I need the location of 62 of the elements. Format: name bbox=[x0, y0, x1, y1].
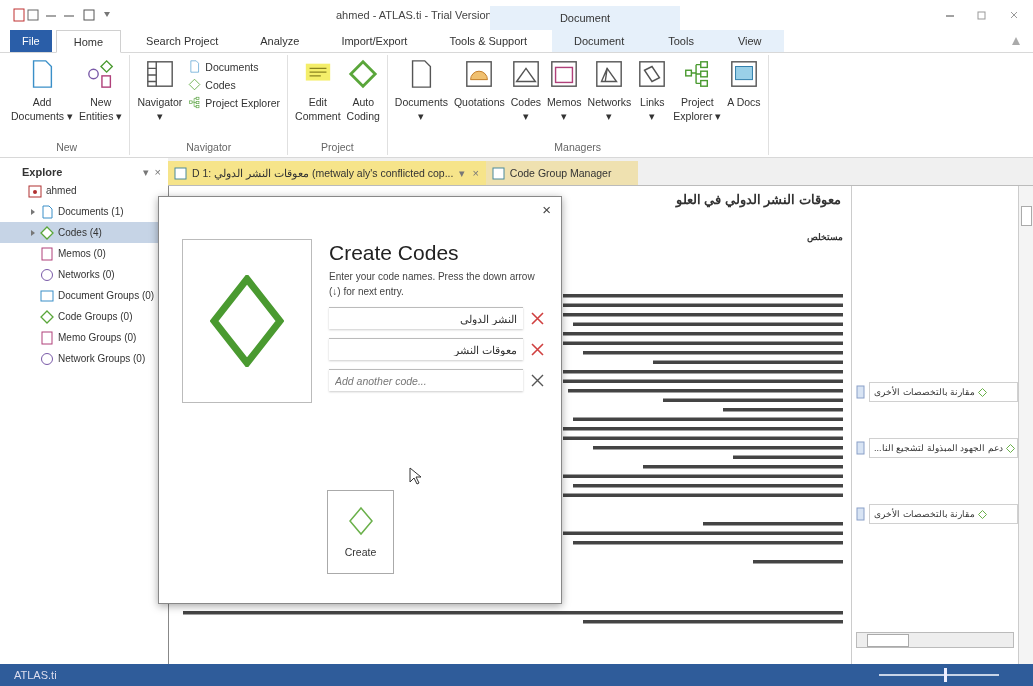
ribbon-tab[interactable]: Import/Export bbox=[324, 30, 425, 52]
code-label[interactable]: مقارنة بالتخصصات الأخرى bbox=[869, 382, 1018, 402]
tree-item[interactable]: Memos (0) bbox=[0, 243, 168, 264]
ribbon-button[interactable]: Edit Comment bbox=[292, 55, 344, 125]
tab-label: D 1: معوقات النشر الدولي (metwaly aly's conflicted cop... bbox=[192, 167, 454, 179]
ribbon-tab[interactable]: Search Project bbox=[129, 30, 236, 52]
code-name: مقارنة بالتخصصات الأخرى bbox=[874, 509, 975, 519]
tree-item[interactable]: Code Groups (0) bbox=[0, 306, 168, 327]
group-label: Managers bbox=[554, 141, 602, 155]
ribbon-tab[interactable]: View bbox=[715, 30, 784, 52]
ribbon-button[interactable]: Quotations bbox=[450, 55, 508, 111]
tree-item[interactable]: Networks (0) bbox=[0, 264, 168, 285]
document-tab[interactable]: D 1: معوقات النشر الدولي (metwaly aly's conflicted cop... ▾ × bbox=[168, 161, 486, 185]
tree-item[interactable]: Network Groups (0) bbox=[0, 348, 168, 369]
tree-item[interactable]: ahmed bbox=[0, 180, 168, 201]
manager-tab[interactable]: Code Group Manager bbox=[485, 161, 638, 185]
ribbon-button[interactable]: Links ▾ bbox=[634, 55, 671, 125]
code-name: ...دعم الجهود المبذولة لتشجيع النا bbox=[874, 443, 1003, 453]
ribbon-button[interactable]: A Docs bbox=[724, 55, 764, 111]
dialog-description: Enter your code names. Press the down arrow (↓) for next entry. bbox=[329, 270, 536, 299]
ribbon-tab[interactable]: Analyze bbox=[243, 30, 317, 52]
ribbon-button[interactable]: Codes ▾ bbox=[507, 55, 545, 125]
code-label[interactable]: مقارنة بالتخصصات الأخرى bbox=[869, 504, 1018, 524]
ribbon-tab[interactable]: Tools & Support bbox=[432, 30, 545, 52]
ribbon-button[interactable]: Memos ▾ bbox=[544, 55, 585, 125]
ribbon-button[interactable]: Auto Coding bbox=[343, 55, 383, 125]
context-label: Document bbox=[559, 12, 611, 24]
ribbon-button[interactable]: Add Documents ▾ bbox=[8, 55, 77, 125]
tree-item[interactable]: Document Groups (0) bbox=[0, 285, 168, 306]
tab-label: Code Group Manager bbox=[509, 167, 613, 179]
pin-button[interactable]: ▾ bbox=[139, 165, 152, 179]
code-label[interactable]: ...دعم الجهود المبذولة لتشجيع النا bbox=[869, 438, 1018, 458]
close-tab-button[interactable]: × bbox=[471, 167, 480, 179]
ribbon-button[interactable]: Project Explorer bbox=[185, 95, 284, 110]
close-button[interactable]: × bbox=[151, 166, 164, 178]
file-menu-button[interactable]: File bbox=[10, 30, 52, 52]
ribbon-button[interactable]: New Entities ▾ bbox=[76, 55, 126, 125]
group-label: Project bbox=[321, 141, 354, 155]
document-heading: مستخلص bbox=[807, 232, 843, 242]
code-name-field[interactable]: معوقات النشر bbox=[329, 338, 523, 360]
status-text: ATLAS.ti bbox=[14, 669, 57, 681]
dialog-title: Create Codes bbox=[329, 241, 460, 265]
tree-item[interactable]: Memo Groups (0) bbox=[0, 327, 168, 348]
ribbon-tab[interactable]: Tools bbox=[646, 30, 716, 52]
tree-item[interactable]: Documents (1) bbox=[0, 201, 168, 222]
document-title: معوقات النشر الدولي في العلو bbox=[675, 192, 842, 207]
close-button[interactable]: × bbox=[540, 201, 553, 218]
ribbon-button[interactable]: Documents bbox=[185, 59, 284, 74]
panel-title: Explore bbox=[22, 166, 63, 178]
group-label: New bbox=[56, 141, 78, 155]
code-name-field[interactable]: النشر الدولي bbox=[329, 307, 523, 329]
ribbon-button[interactable]: Codes bbox=[185, 77, 284, 92]
group-label: Navigator bbox=[186, 141, 232, 155]
new-code-field[interactable]: Add another code... bbox=[329, 369, 523, 391]
ribbon-tab[interactable]: Home bbox=[55, 30, 122, 53]
ribbon-button[interactable]: Navigator ▾ bbox=[134, 55, 186, 125]
ribbon-button[interactable]: Project Explorer ▾ bbox=[670, 55, 725, 125]
create-button[interactable]: Create bbox=[327, 490, 394, 574]
ribbon-button[interactable]: Networks ▾ bbox=[584, 55, 635, 125]
ribbon-tab[interactable]: Document bbox=[552, 30, 647, 52]
ribbon-button[interactable]: Documents ▾ bbox=[391, 55, 451, 125]
code-name: مقارنة بالتخصصات الأخرى bbox=[874, 387, 975, 397]
